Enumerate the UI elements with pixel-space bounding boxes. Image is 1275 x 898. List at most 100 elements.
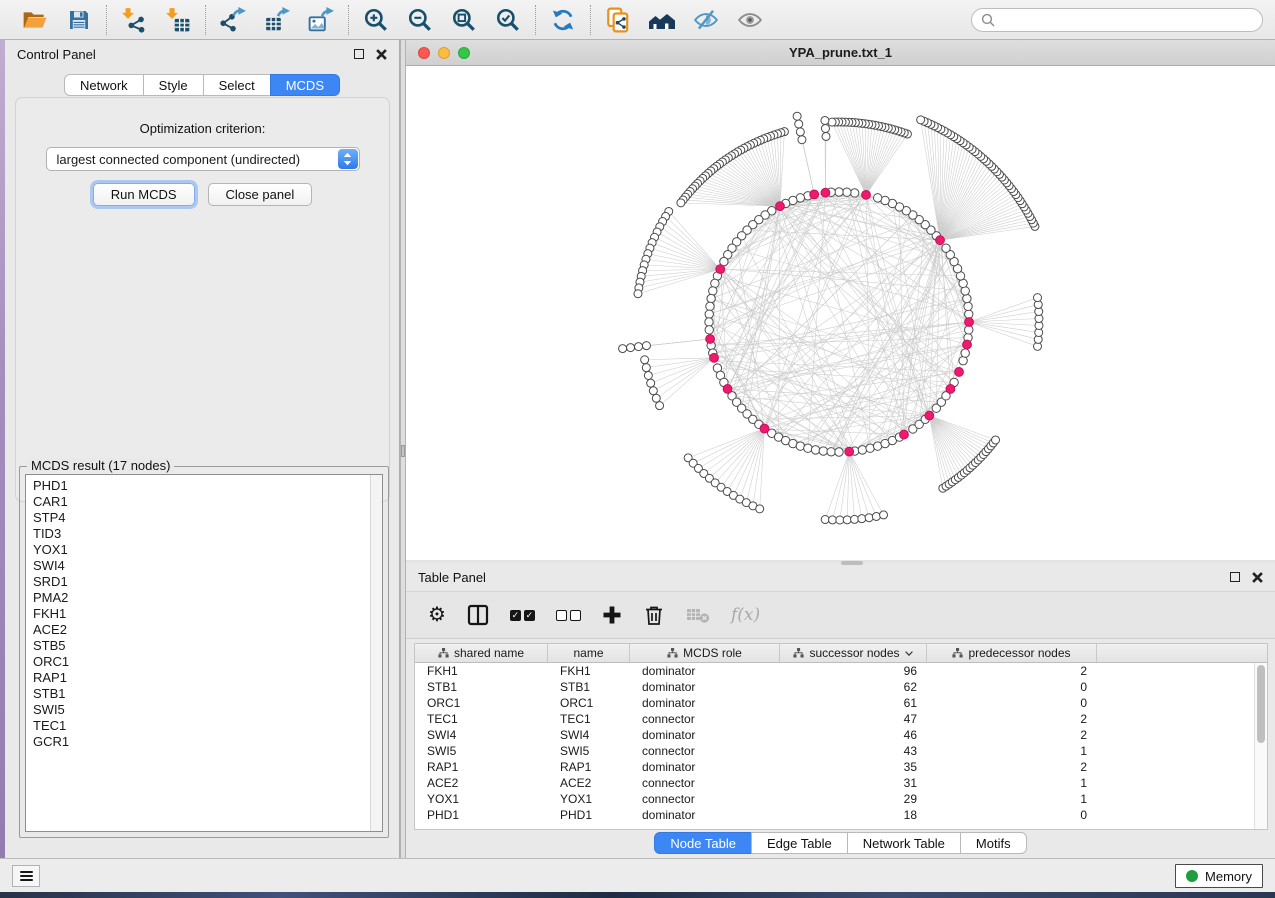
network-node[interactable] (827, 448, 835, 456)
task-history-button[interactable] (12, 865, 40, 887)
table-row[interactable]: FKH1FKH1dominator962 (415, 663, 1267, 679)
mcds-result-item[interactable]: SWI4 (33, 558, 382, 574)
network-hub-node[interactable] (810, 190, 819, 199)
network-leaf-node[interactable] (649, 387, 657, 395)
run-mcds-button[interactable]: Run MCDS (93, 183, 195, 206)
eye-icon[interactable] (736, 6, 764, 34)
column-header-shared-name[interactable]: shared name (415, 644, 548, 662)
network-node[interactable] (873, 194, 881, 202)
network-hub-node[interactable] (900, 430, 909, 439)
network-leaf-node[interactable] (652, 394, 660, 402)
tab-node-table[interactable]: Node Table (654, 832, 752, 854)
save-session-icon[interactable] (65, 6, 93, 34)
network-hub-node[interactable] (716, 265, 725, 274)
network-leaf-node[interactable] (641, 356, 649, 364)
minimize-window-icon[interactable] (438, 47, 450, 59)
network-hub-node[interactable] (963, 340, 972, 349)
network-node[interactable] (858, 446, 866, 454)
network-hub-node[interactable] (710, 353, 719, 362)
clone-network-icon[interactable] (604, 6, 632, 34)
network-leaf-node[interactable] (821, 124, 829, 132)
network-leaf-node[interactable] (829, 516, 837, 524)
network-node[interactable] (843, 188, 851, 196)
tab-motifs[interactable]: Motifs (960, 832, 1027, 854)
table-row[interactable]: YOX1YOX1connector291 (415, 791, 1267, 807)
zoom-in-icon[interactable] (362, 6, 390, 34)
network-hub-node[interactable] (776, 202, 785, 211)
network-node[interactable] (705, 326, 713, 334)
table-row[interactable]: ORC1ORC1dominator610 (415, 695, 1267, 711)
export-network-icon[interactable] (219, 6, 247, 34)
export-image-icon[interactable] (307, 6, 335, 34)
network-leaf-node[interactable] (627, 344, 635, 352)
network-hub-node[interactable] (965, 318, 974, 327)
export-table-icon[interactable] (263, 6, 291, 34)
column-header-predecessor-nodes[interactable]: predecessor nodes (927, 644, 1097, 662)
network-hub-node[interactable] (723, 385, 732, 394)
network-hub-node[interactable] (955, 368, 964, 377)
mcds-result-item[interactable]: ORC1 (33, 654, 382, 670)
tab-style[interactable]: Style (143, 74, 204, 96)
network-node[interactable] (942, 244, 950, 252)
network-node[interactable] (705, 318, 713, 326)
network-leaf-node[interactable] (756, 505, 764, 513)
network-leaf-node[interactable] (619, 345, 627, 353)
network-hub-node[interactable] (925, 411, 934, 420)
network-leaf-node[interactable] (821, 516, 829, 524)
network-hub-node[interactable] (706, 335, 715, 344)
network-node[interactable] (850, 189, 858, 197)
tab-network[interactable]: Network (64, 74, 144, 96)
table-row[interactable]: SWI4SWI4dominator462 (415, 727, 1267, 743)
network-hub-node[interactable] (946, 385, 955, 394)
network-leaf-node[interactable] (656, 402, 664, 410)
select-all-checkbox-icon[interactable]: ✓✓ (510, 610, 535, 621)
mcds-result-list[interactable]: PHD1CAR1STP4TID3YOX1SWI4SRD1PMA2FKH1ACE2… (25, 474, 383, 832)
close-window-icon[interactable] (418, 47, 430, 59)
import-network-icon[interactable] (120, 6, 148, 34)
network-node[interactable] (819, 447, 827, 455)
network-leaf-node[interactable] (677, 199, 685, 207)
mcds-result-item[interactable]: STB5 (33, 638, 382, 654)
mcds-result-item[interactable]: STB1 (33, 686, 382, 702)
mcds-result-item[interactable]: STP4 (33, 510, 382, 526)
network-node[interactable] (706, 302, 714, 310)
columns-icon[interactable] (467, 604, 489, 626)
mcds-result-item[interactable]: RAP1 (33, 670, 382, 686)
mcds-result-item[interactable]: YOX1 (33, 542, 382, 558)
network-leaf-node[interactable] (992, 436, 1000, 444)
mcds-result-item[interactable]: PMA2 (33, 590, 382, 606)
network-hub-node[interactable] (821, 188, 830, 197)
network-leaf-node[interactable] (647, 379, 655, 387)
table-row[interactable]: SWI5SWI5connector431 (415, 743, 1267, 759)
gear-icon[interactable]: ⚙ (428, 605, 446, 625)
network-canvas[interactable] (406, 66, 1275, 560)
mcds-result-item[interactable]: TID3 (33, 526, 382, 542)
divider-grip[interactable] (401, 445, 405, 457)
network-window-titlebar[interactable]: YPA_prune.txt_1 (406, 40, 1275, 66)
search-input[interactable] (1001, 13, 1253, 27)
network-leaf-node[interactable] (836, 516, 844, 524)
table-row[interactable]: RAP1RAP1dominator352 (415, 759, 1267, 775)
network-node[interactable] (811, 446, 819, 454)
open-session-icon[interactable] (21, 6, 49, 34)
network-leaf-node[interactable] (642, 364, 650, 372)
search-box[interactable] (971, 8, 1263, 32)
network-view[interactable] (406, 66, 1275, 560)
network-node[interactable] (707, 294, 715, 302)
table-row[interactable]: TEC1TEC1connector472 (415, 711, 1267, 727)
network-leaf-node[interactable] (872, 512, 880, 520)
table-scrollbar[interactable] (1254, 663, 1267, 829)
eye-slash-icon[interactable] (692, 6, 720, 34)
network-leaf-node[interactable] (635, 343, 643, 351)
network-leaf-node[interactable] (634, 290, 642, 298)
memory-button[interactable]: Memory (1175, 864, 1263, 888)
mcds-result-item[interactable]: GCR1 (33, 734, 382, 750)
network-leaf-node[interactable] (821, 116, 829, 124)
network-hub-node[interactable] (936, 236, 945, 245)
mcds-result-item[interactable]: SWI5 (33, 702, 382, 718)
table-row[interactable]: PHD1PHD1dominator180 (415, 807, 1267, 823)
network-node[interactable] (835, 448, 843, 456)
network-node[interactable] (705, 310, 713, 318)
zoom-selected-icon[interactable] (494, 6, 522, 34)
float-panel-icon[interactable] (354, 49, 364, 59)
